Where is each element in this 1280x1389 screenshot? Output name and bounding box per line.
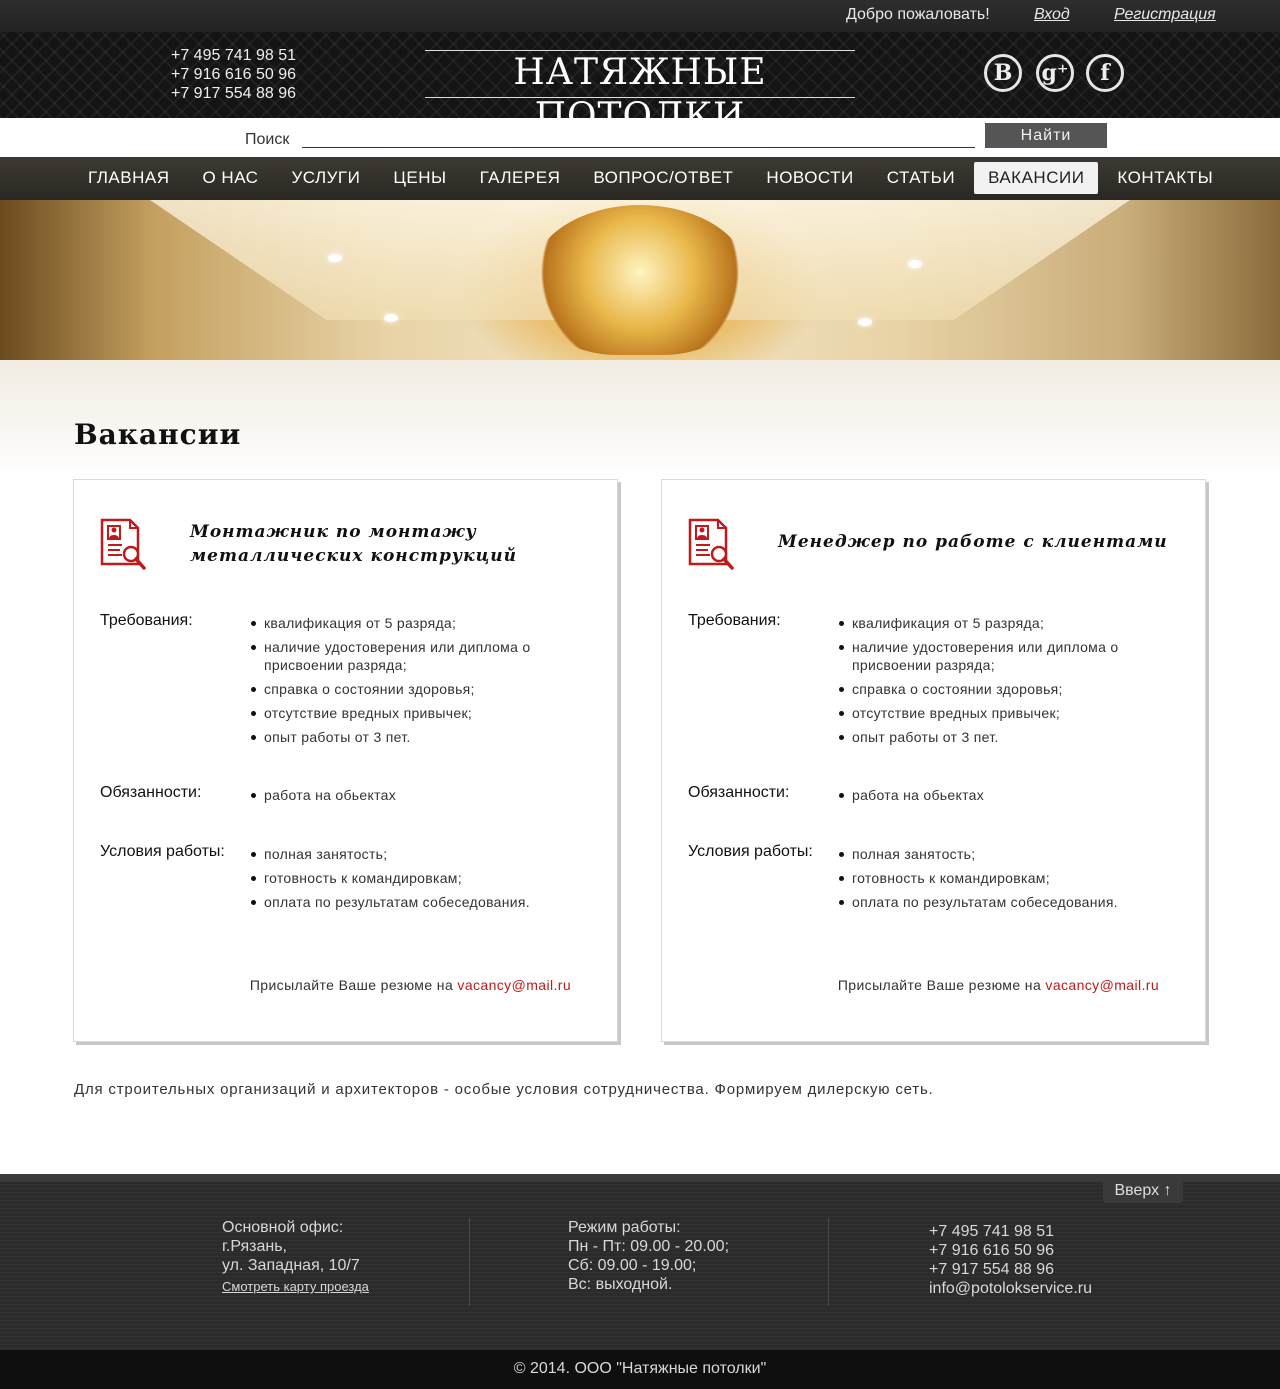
list-item: опыт работы от 3 пет. <box>838 728 1168 746</box>
vk-icon[interactable]: В <box>984 54 1022 92</box>
footer-office: Основной офис: г.Рязань, ул. Западная, 1… <box>222 1218 369 1296</box>
vacancy-card: Менеджер по работе с клиентами Требовани… <box>661 479 1206 1042</box>
main-nav: ГЛАВНАЯ О НАС УСЛУГИ ЦЕНЫ ГАЛЕРЕЯ ВОПРОС… <box>0 157 1280 200</box>
requirements-label: Требования: <box>688 612 781 629</box>
list-item: опыт работы от 3 пет. <box>250 728 580 746</box>
phone-number: +7 495 741 98 51 <box>170 47 296 64</box>
duties-label: Обязанности: <box>688 784 790 801</box>
office-line: ул. Западная, 10/7 <box>222 1257 360 1274</box>
list-item: квалификация от 5 разряда; <box>250 614 580 632</box>
hours-line: Сб: 09.00 - 19.00; <box>568 1257 697 1274</box>
search-input[interactable] <box>302 128 975 148</box>
ceiling-light <box>384 314 398 322</box>
search-button[interactable]: Найти <box>985 123 1107 148</box>
office-line: Основной офис: <box>222 1219 344 1236</box>
resume-text: Присылайте Ваше резюме на <box>249 977 458 993</box>
site-logo[interactable]: НАТЯЖНЫЕ ПОТОЛКИ <box>425 50 855 137</box>
list-item: готовность к командировкам; <box>838 869 1168 887</box>
search-bar: Поиск Найти <box>0 118 1280 157</box>
conditions-label: Условия работы: <box>688 843 813 860</box>
list-item: оплата по результатам собеседования. <box>250 893 580 911</box>
list-item: полная занятость; <box>838 845 1168 863</box>
facebook-icon[interactable]: f <box>1086 54 1124 92</box>
list-item: работа на обьектах <box>838 786 1168 804</box>
nav-item-news[interactable]: НОВОСТИ <box>752 162 867 194</box>
vacancy-card: Монтажник по монтажу металлических конст… <box>73 479 618 1042</box>
phone-number: +7 916 616 50 96 <box>170 66 296 83</box>
vacancy-title: Монтажник по монтажу металлических конст… <box>190 522 517 566</box>
footer-hours: Режим работы: Пн - Пт: 09.00 - 20.00; Сб… <box>568 1218 729 1294</box>
list-item: справка о состоянии здоровья; <box>838 680 1168 698</box>
chandelier-image <box>530 205 750 355</box>
nav-item-gallery[interactable]: ГАЛЕРЕЯ <box>466 162 575 194</box>
list-item: отсутствие вредных привычек; <box>838 704 1168 722</box>
ceiling-light <box>328 254 342 262</box>
list-item: справка о состоянии здоровья; <box>250 680 580 698</box>
footer-contacts: +7 495 741 98 51 +7 916 616 50 96 +7 917… <box>929 1222 1092 1298</box>
nav-item-vacancies[interactable]: ВАКАНСИИ <box>974 162 1099 194</box>
resume-search-icon <box>100 518 146 570</box>
email-link[interactable]: vacancy@mail.ru <box>457 977 571 993</box>
map-link[interactable]: Смотреть карту проезда <box>222 1277 369 1296</box>
hero-banner <box>0 200 1280 360</box>
footer-column-divider <box>828 1218 829 1306</box>
resume-note: Присылайте Ваше резюме на vacancy@mail.r… <box>250 977 571 993</box>
top-bar: Добро пожаловать! Вход Регистрация <box>0 0 1280 32</box>
resume-note: Присылайте Ваше резюме на vacancy@mail.r… <box>838 977 1159 993</box>
ceiling-light <box>858 318 872 326</box>
conditions-label: Условия работы: <box>100 843 225 860</box>
header-phones: +7 495 741 98 51 +7 916 616 50 96 +7 917… <box>150 46 296 103</box>
nav-item-prices[interactable]: ЦЕНЫ <box>379 162 460 194</box>
page-title: Вакансии <box>74 418 242 451</box>
list-item: работа на обьектах <box>250 786 580 804</box>
list-item: оплата по результатам собеседования. <box>838 893 1168 911</box>
main-content: Вакансии Монтажник по монтажу металличес… <box>0 360 1280 1176</box>
list-item: полная занятость; <box>250 845 580 863</box>
welcome-text: Добро пожаловать! <box>846 6 990 23</box>
hours-line: Режим работы: <box>568 1219 681 1236</box>
site-header: +7 495 741 98 51 +7 916 616 50 96 +7 917… <box>0 32 1280 137</box>
phone-number: +7 917 554 88 96 <box>170 85 296 102</box>
list-item: квалификация от 5 разряда; <box>838 614 1168 632</box>
nav-item-about[interactable]: О НАС <box>188 162 272 194</box>
duties-label: Обязанности: <box>100 784 202 801</box>
footer-phone: +7 916 616 50 96 <box>929 1242 1055 1259</box>
footer-column-divider <box>469 1218 470 1306</box>
register-link[interactable]: Регистрация <box>1114 6 1216 24</box>
nav-item-faq[interactable]: ВОПРОС/ОТВЕТ <box>579 162 747 194</box>
partnership-note: Для строительных организаций и архитекто… <box>74 1081 934 1098</box>
hours-line: Вс: выходной. <box>568 1276 673 1293</box>
email-link[interactable]: vacancy@mail.ru <box>1045 977 1159 993</box>
nav-item-services[interactable]: УСЛУГИ <box>277 162 374 194</box>
list-item: отсутствие вредных привычек; <box>250 704 580 722</box>
nav-item-articles[interactable]: СТАТЬИ <box>873 162 969 194</box>
office-line: г.Рязань, <box>222 1238 287 1255</box>
search-label: Поиск <box>245 131 290 148</box>
login-link[interactable]: Вход <box>1034 6 1070 24</box>
list-item: готовность к командировкам; <box>250 869 580 887</box>
resume-search-icon <box>688 518 734 570</box>
footer-divider <box>0 1174 1280 1182</box>
arrow-up-icon: ↑ <box>1163 1182 1172 1199</box>
list-item: наличие удостоверения или диплома о прис… <box>250 638 580 674</box>
footer-email[interactable]: info@potolokservice.ru <box>929 1279 1092 1298</box>
requirements-label: Требования: <box>100 612 193 629</box>
copyright: © 2014. ООО "Натяжные потолки" <box>0 1350 1280 1389</box>
hours-line: Пн - Пт: 09.00 - 20.00; <box>568 1238 730 1255</box>
google-plus-icon[interactable]: g⁺ <box>1036 54 1074 92</box>
ceiling-light <box>908 260 922 268</box>
footer-phone: +7 495 741 98 51 <box>929 1223 1055 1240</box>
footer-phone: +7 917 554 88 96 <box>929 1261 1055 1278</box>
vacancy-title: Менеджер по работе с клиентами <box>778 532 1168 552</box>
resume-text: Присылайте Ваше резюме на <box>837 977 1046 993</box>
nav-item-contacts[interactable]: КОНТАКТЫ <box>1103 162 1227 194</box>
back-to-top-button[interactable]: Вверх ↑ <box>1103 1179 1183 1203</box>
back-to-top-label: Вверх <box>1114 1182 1160 1199</box>
nav-item-home[interactable]: ГЛАВНАЯ <box>74 162 183 194</box>
list-item: наличие удостоверения или диплома о прис… <box>838 638 1168 674</box>
site-footer: Вверх ↑ Основной офис: г.Рязань, ул. Зап… <box>0 1174 1280 1389</box>
